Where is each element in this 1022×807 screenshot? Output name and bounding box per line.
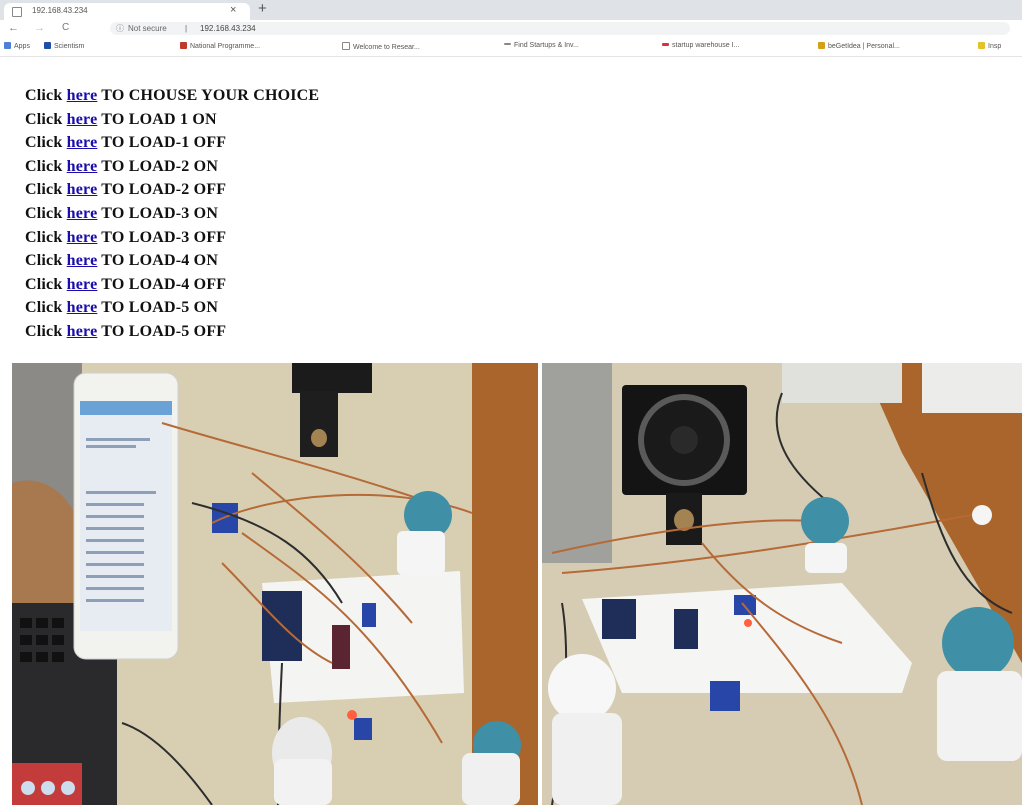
line-prefix: Click [25, 204, 63, 222]
here-link[interactable]: here [67, 134, 98, 151]
line-text: TO LOAD-4 ON [101, 252, 219, 270]
line-prefix: Click [25, 228, 63, 246]
bookmark-welcome[interactable]: Welcome to Resear... [342, 42, 420, 51]
bookmark-insp[interactable]: Insp [978, 42, 1001, 50]
line-text: TO LOAD-4 OFF [101, 275, 227, 293]
load-control-list: Click here TO CHOUSE YOUR CHOICE Click h… [25, 86, 319, 346]
bookmark-label: Welcome to Resear... [353, 44, 420, 51]
list-item: Click here TO LOAD-2 ON [25, 157, 319, 181]
photo-fan-setup-drawing [542, 363, 1022, 805]
bookmark-find-startups[interactable]: Find Startups & Inv... [504, 42, 579, 49]
photo-phone-setup [12, 363, 538, 805]
list-item: Click here TO LOAD-3 ON [25, 204, 319, 228]
line-prefix: Click [25, 299, 63, 317]
here-link[interactable]: here [67, 205, 98, 222]
back-arrow-icon[interactable]: ← [8, 22, 19, 34]
photo-phone-setup-drawing [12, 363, 538, 805]
page-icon [12, 7, 22, 17]
here-link[interactable]: here [67, 158, 98, 175]
address-bar-row: ← → C ⓘ Not secure | 192.168.43.234 [0, 20, 1022, 38]
line-text: TO LOAD-2 ON [101, 157, 219, 175]
new-tab-button[interactable]: + [258, 0, 267, 17]
bookmark-label: Apps [14, 43, 30, 50]
bookmark-begetidea[interactable]: beGetIdea | Personal... [818, 42, 900, 50]
list-item: Click here TO LOAD-5 OFF [25, 322, 319, 346]
line-text: TO LOAD-5 ON [101, 299, 219, 317]
bookmark-label: Scientism [54, 43, 85, 50]
line-prefix: Click [25, 322, 63, 340]
line-prefix: Click [25, 252, 63, 270]
line-text: TO CHOUSE YOUR CHOICE [101, 87, 320, 104]
folder-icon [978, 42, 985, 49]
bookmark-favicon [662, 43, 669, 46]
list-item: Click here TO LOAD-4 ON [25, 251, 319, 275]
bookmark-scientism[interactable]: Scientism [44, 42, 84, 50]
list-item: Click here TO LOAD-5 ON [25, 298, 319, 322]
bookmark-apps[interactable]: Apps [4, 42, 30, 50]
line-text: TO LOAD-3 OFF [101, 228, 227, 246]
line-text: TO LOAD-2 OFF [101, 181, 227, 199]
line-prefix: Click [25, 110, 63, 128]
list-item: Click here TO LOAD-4 OFF [25, 275, 319, 299]
here-link[interactable]: here [67, 252, 98, 269]
list-item: Click here TO LOAD-3 OFF [25, 228, 319, 252]
bookmark-favicon [180, 42, 187, 49]
bookmark-label: Find Startups & Inv... [514, 42, 579, 49]
line-prefix: Click [25, 87, 63, 104]
line-text: TO LOAD-5 OFF [101, 322, 227, 340]
url-text: 192.168.43.234 [200, 24, 256, 33]
list-item: Click here TO LOAD-1 OFF [25, 133, 319, 157]
apps-grid-icon [4, 42, 11, 49]
close-tab-icon[interactable]: × [230, 4, 236, 16]
bookmark-startup-warehouse[interactable]: startup warehouse I... [662, 42, 739, 49]
bookmark-label: startup warehouse I... [672, 42, 740, 49]
photo-fan-setup [542, 363, 1022, 805]
here-link[interactable]: here [67, 181, 98, 198]
bookmark-national-programme[interactable]: National Programme... [180, 42, 260, 50]
here-link[interactable]: here [67, 276, 98, 293]
bookmark-label: National Programme... [190, 43, 261, 50]
line-prefix: Click [25, 181, 63, 199]
list-item: Click here TO LOAD 1 ON [25, 110, 319, 134]
bookmark-label: Insp [988, 43, 1002, 50]
bookmark-favicon [818, 42, 825, 49]
here-link[interactable]: here [67, 323, 98, 340]
list-item: Click here TO CHOUSE YOUR CHOICE [25, 86, 319, 110]
url-field[interactable]: ⓘ Not secure | 192.168.43.234 [110, 22, 1010, 35]
reload-icon[interactable]: C [62, 22, 69, 33]
tab-strip: 192.168.43.234 × + [0, 0, 1022, 20]
browser-tab[interactable]: 192.168.43.234 × [4, 3, 250, 20]
line-prefix: Click [25, 275, 63, 293]
bookmark-favicon [504, 43, 511, 45]
line-text: TO LOAD 1 ON [101, 110, 217, 128]
info-icon[interactable]: ⓘ [116, 23, 124, 34]
tab-title: 192.168.43.234 [32, 6, 88, 15]
here-link[interactable]: here [67, 87, 98, 104]
line-prefix: Click [25, 157, 63, 175]
here-link[interactable]: here [67, 229, 98, 246]
here-link[interactable]: here [67, 111, 98, 128]
security-label: Not secure [128, 24, 167, 33]
bookmark-label: beGetIdea | Personal... [828, 43, 900, 50]
page-icon [342, 42, 350, 50]
forward-arrow-icon[interactable]: → [34, 22, 45, 34]
url-separator: | [185, 24, 188, 33]
bookmark-favicon [44, 42, 51, 49]
line-text: TO LOAD-1 OFF [101, 134, 227, 152]
list-item: Click here TO LOAD-2 OFF [25, 180, 319, 204]
line-text: TO LOAD-3 ON [101, 204, 219, 222]
bookmarks-bar: Apps Scientism National Programme... Wel… [0, 38, 1022, 57]
line-prefix: Click [25, 134, 63, 152]
here-link[interactable]: here [67, 299, 98, 316]
